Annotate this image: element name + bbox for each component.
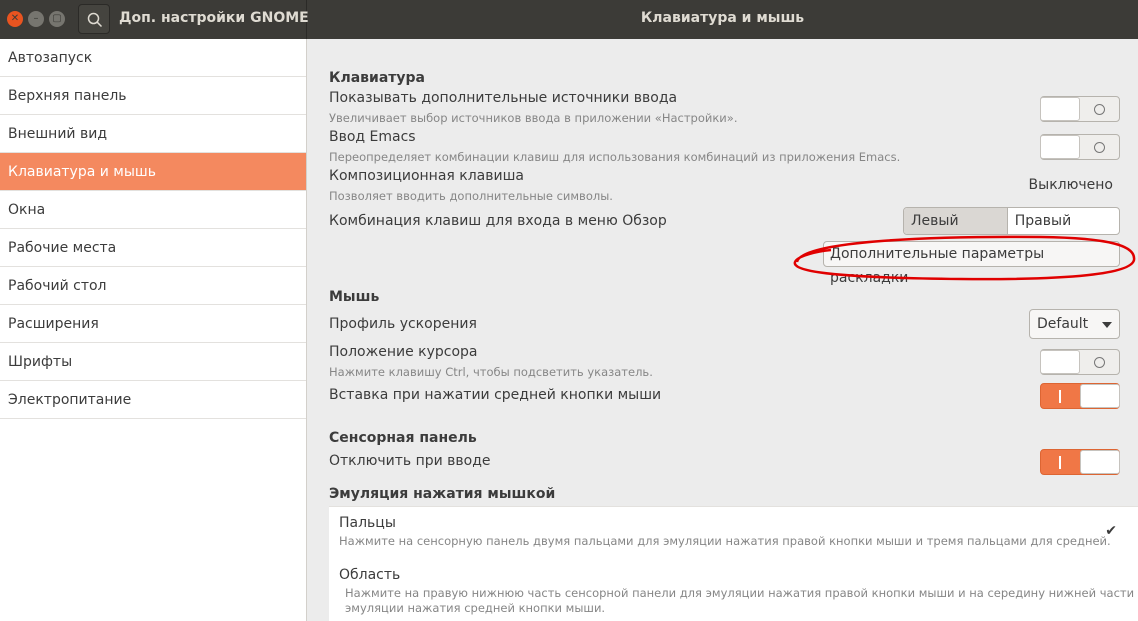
pointer-location-subtitle: Нажмите клавишу Ctrl, чтобы подсветить у… xyxy=(329,365,653,379)
extra-sources-switch[interactable] xyxy=(1040,96,1120,122)
switch-knob xyxy=(1040,97,1080,121)
fingers-title[interactable]: Пальцы xyxy=(339,515,396,531)
switch-on-mark xyxy=(1059,456,1061,469)
sidebar-item-windows[interactable]: Окна xyxy=(0,191,306,229)
pointer-location-switch[interactable] xyxy=(1040,349,1120,375)
extra-sources-title: Показывать дополнительные источники ввод… xyxy=(329,90,678,106)
emacs-title: Ввод Emacs xyxy=(329,129,416,145)
switch-knob xyxy=(1080,384,1120,408)
accel-profile-value: Default xyxy=(1037,316,1089,332)
compose-value[interactable]: Выключено xyxy=(1029,177,1113,193)
overview-shortcut-selector: Левый Super Правый Super xyxy=(903,207,1120,235)
touchpad-section-title: Сенсорная панель xyxy=(329,430,477,446)
compose-subtitle: Позволяет вводить дополнительные символы… xyxy=(329,189,613,203)
switch-knob xyxy=(1080,450,1120,474)
middle-paste-title: Вставка при нажатии средней кнопки мыши xyxy=(329,387,662,403)
accel-profile-dropdown[interactable]: Default xyxy=(1029,309,1120,339)
keyboard-section-title: Клавиатура xyxy=(329,70,425,86)
sidebar-item-keyboard-mouse[interactable]: Клавиатура и мышь xyxy=(0,153,306,191)
sidebar-item-desktop[interactable]: Рабочий стол xyxy=(0,267,306,305)
compose-title: Композиционная клавиша xyxy=(329,168,525,184)
extra-sources-subtitle: Увеличивает выбор источников ввода в при… xyxy=(329,111,738,125)
switch-off-mark xyxy=(1094,142,1105,153)
maximize-window-button[interactable]: ▢ xyxy=(49,11,65,27)
layout-options-button[interactable]: Дополнительные параметры раскладки xyxy=(823,241,1120,286)
sidebar-item-workspaces[interactable]: Рабочие места xyxy=(0,229,306,267)
switch-knob xyxy=(1040,135,1080,159)
emacs-switch[interactable] xyxy=(1040,134,1120,160)
search-icon xyxy=(87,12,103,28)
switch-off-mark xyxy=(1094,104,1105,115)
search-button[interactable] xyxy=(78,4,110,34)
disable-typing-title: Отключить при вводе xyxy=(329,453,491,469)
fingers-subtitle: Нажмите на сенсорную панель двумя пальца… xyxy=(339,534,1111,548)
middle-paste-switch[interactable] xyxy=(1040,383,1120,409)
emacs-subtitle: Переопределяет комбинации клавиш для исп… xyxy=(329,150,901,164)
sidebar-item-autostart[interactable]: Автозапуск xyxy=(0,39,306,77)
app-title: Доп. настройки GNOME xyxy=(119,10,309,26)
disable-typing-switch[interactable] xyxy=(1040,449,1120,475)
switch-knob xyxy=(1040,350,1080,374)
header-left: ✕ – ▢ Доп. настройки GNOME xyxy=(0,0,309,39)
sidebar-item-fonts[interactable]: Шрифты xyxy=(0,343,306,381)
overview-shortcut-title: Комбинация клавиш для входа в меню Обзор xyxy=(329,213,667,229)
sidebar: Автозапуск Верхняя панель Внешний вид Кл… xyxy=(0,39,307,621)
page-title: Клавиатура и мышь xyxy=(640,10,805,26)
area-subtitle-line1: Нажмите на правую нижнюю часть сенсорной… xyxy=(345,586,1138,600)
click-emulation-list: Пальцы Нажмите на сенсорную панель двумя… xyxy=(329,506,1138,621)
checkmark-icon: ✔ xyxy=(1105,523,1117,539)
minimize-window-button[interactable]: – xyxy=(28,11,44,27)
dropdown-arrow-icon xyxy=(1102,322,1112,328)
left-super-button[interactable]: Левый Super xyxy=(904,208,1008,234)
sidebar-item-extensions[interactable]: Расширения xyxy=(0,305,306,343)
mouse-section-title: Мышь xyxy=(329,289,380,305)
right-super-button[interactable]: Правый Super xyxy=(1008,208,1119,234)
area-subtitle-line2: эмуляции нажатия средней кнопки мыши. xyxy=(345,601,606,615)
switch-off-mark xyxy=(1094,357,1105,368)
sidebar-item-appearance[interactable]: Внешний вид xyxy=(0,115,306,153)
sidebar-item-power[interactable]: Электропитание xyxy=(0,381,306,419)
area-title[interactable]: Область xyxy=(339,567,400,583)
accel-profile-title: Профиль ускорения xyxy=(329,316,477,332)
pointer-location-title: Положение курсора xyxy=(329,344,478,360)
close-window-button[interactable]: ✕ xyxy=(7,11,23,27)
header-bar: ✕ – ▢ Доп. настройки GNOME Клавиатура и … xyxy=(0,0,1138,39)
switch-on-mark xyxy=(1059,390,1061,403)
click-emulation-section-title: Эмуляция нажатия мышкой xyxy=(329,486,556,502)
sidebar-item-top-bar[interactable]: Верхняя панель xyxy=(0,77,306,115)
main-panel: Клавиатура Показывать дополнительные ист… xyxy=(307,39,1138,621)
